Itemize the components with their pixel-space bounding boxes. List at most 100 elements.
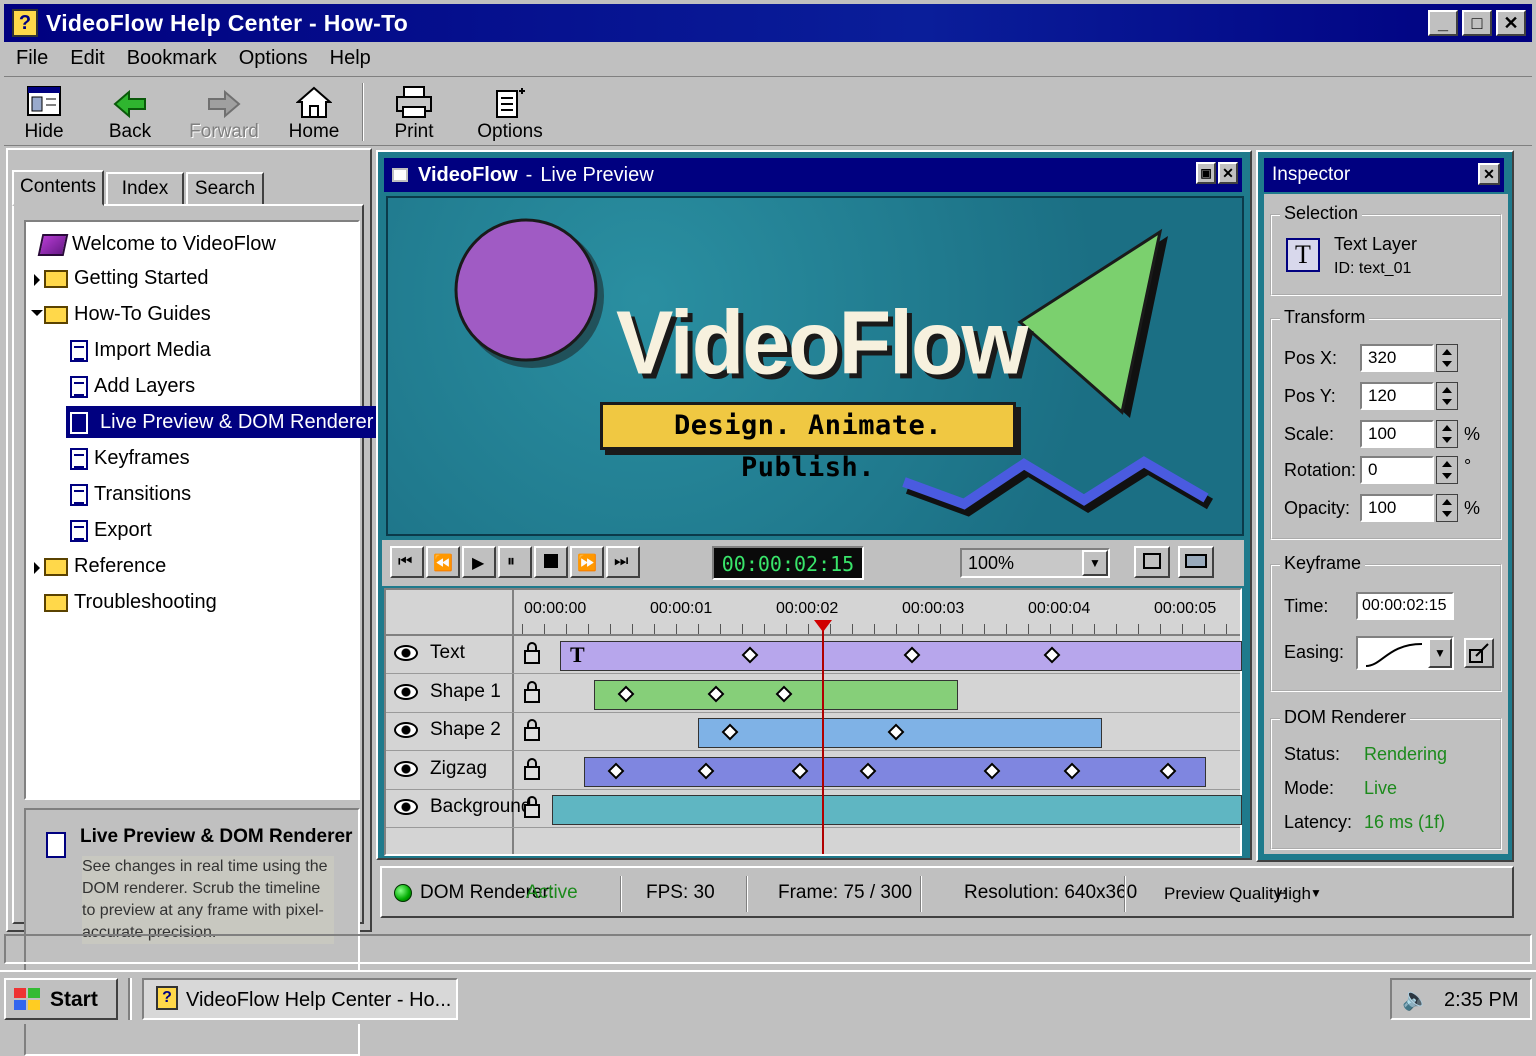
easing-label: Easing: [1284,642,1345,662]
menu-help[interactable]: Help [330,43,371,73]
fit-frame-button[interactable] [1134,546,1170,578]
tab-index[interactable]: Index [106,172,184,206]
tree-item-label: Keyframes [94,447,190,469]
contents-tree[interactable]: Welcome to VideoFlow Getting Started How… [24,220,380,800]
taskbar-task-help-center[interactable]: ? VideoFlow Help Center - Ho... [142,978,458,1020]
preview-quality-value[interactable]: High [1276,884,1311,904]
skip-to-end-button[interactable]: ⏭ [606,546,640,578]
quality-dropdown-icon[interactable]: ▼ [1310,886,1322,900]
lock-icon[interactable] [524,642,540,664]
tree-item-label: Troubleshooting [74,591,217,613]
visibility-eye-icon[interactable] [394,722,418,738]
expand-arrow-icon[interactable] [34,562,40,574]
inspector-close-button[interactable]: ✕ [1478,163,1500,185]
home-button[interactable]: Home [274,81,354,145]
close-button[interactable]: ✕ [1496,10,1526,36]
expand-arrow-icon[interactable] [34,274,40,286]
pos-y-input[interactable]: 120 [1360,382,1434,410]
opacity-spinner[interactable] [1436,494,1458,522]
visibility-eye-icon[interactable] [394,799,418,815]
rotation-input[interactable]: 0 [1360,456,1434,484]
zoom-value: 100% [968,553,1015,573]
zoom-dropdown-button[interactable]: ▼ [1082,550,1108,576]
resolution-readout: Resolution: 640x360 [964,882,1138,903]
tree-item-export[interactable]: Export [70,514,152,546]
playhead-handle[interactable] [814,620,833,632]
lock-icon[interactable] [524,719,540,741]
track-clip-bar[interactable] [560,641,1242,671]
playhead[interactable] [814,620,833,854]
lock-icon[interactable] [524,757,540,780]
timeline[interactable]: 00:00:00 00:00:01 00:00:02 00:00:03 00:00:04… [384,588,1242,856]
zoom-select[interactable]: 100% ▼ [960,548,1110,578]
visibility-eye-icon[interactable] [394,645,418,661]
tree-item-keyframes[interactable]: Keyframes [70,442,190,474]
layer-type: Text Layer [1334,234,1418,254]
skip-to-start-button[interactable]: ⏮ [390,546,424,578]
tree-item-getting-started[interactable]: Getting Started [44,262,209,294]
tree-item-welcome[interactable]: Welcome to VideoFlow [37,228,276,260]
forward-button[interactable]: Forward [184,81,264,145]
play-button[interactable]: ▶ [462,546,496,578]
opacity-input[interactable]: 100 [1360,494,1434,522]
preview-stage[interactable]: VideoFlow Design. Animate. Publish. [386,196,1244,536]
tree-item-transitions[interactable]: Transitions [70,478,191,510]
tree-item-add-layers[interactable]: Add Layers [70,370,195,402]
lock-icon[interactable] [524,680,540,703]
menu-file[interactable]: File [16,43,48,73]
minimize-button[interactable]: _ [1428,10,1458,36]
back-button[interactable]: Back [90,81,170,145]
menu-options[interactable]: Options [239,43,308,73]
fast-forward-button[interactable]: ⏩ [570,546,604,578]
menu-edit[interactable]: Edit [70,43,104,73]
tree-item-how-to-guides[interactable]: How-To Guides [44,298,211,330]
keyframe-time-input[interactable]: 00:00:02:15 [1356,592,1454,620]
pos-y-spinner[interactable] [1436,382,1458,410]
menu-bookmark[interactable]: Bookmark [127,43,217,73]
easing-select[interactable]: ▼ [1356,636,1454,670]
tab-search[interactable]: Search [186,172,264,206]
lock-icon[interactable] [524,796,540,818]
scale-spinner[interactable] [1436,420,1458,448]
timeline-track[interactable]: Shape 2 [386,713,1240,751]
timeline-track[interactable]: Shape 1 [386,675,1240,713]
preview-restore-button[interactable]: ▣ [1196,162,1216,184]
rewind-button[interactable]: ⏪ [426,546,460,578]
safe-area-button[interactable] [1178,546,1214,578]
rotation-spinner[interactable] [1436,456,1458,484]
tree-item-troubleshooting[interactable]: Troubleshooting [44,586,217,618]
pos-x-spinner[interactable] [1436,344,1458,372]
tree-item-label: Live Preview & DOM Renderer [94,411,380,433]
easing-dropdown-button[interactable]: ▼ [1428,638,1452,668]
timeline-track[interactable]: Background [386,790,1242,828]
visibility-eye-icon[interactable] [394,683,418,700]
print-button[interactable]: Print [374,81,454,145]
track-clip-bar[interactable] [552,795,1242,825]
tab-contents[interactable]: Contents [12,170,104,206]
timeline-ruler[interactable]: 00:00:00 00:00:01 00:00:02 00:00:03 00:00:04… [514,590,1240,636]
scale-input[interactable]: 100 [1360,420,1434,448]
options-button[interactable]: Options [470,81,550,145]
speaker-icon[interactable]: 🔈 [1402,986,1429,1012]
fit-frame-icon [1143,553,1161,569]
preview-close-button[interactable]: ✕ [1218,162,1238,184]
stop-button[interactable] [534,546,568,578]
tree-item-reference[interactable]: Reference [44,550,166,582]
tree-item-import-media[interactable]: Import Media [70,334,211,366]
timeline-track[interactable]: Zigzag [386,752,1240,790]
pause-button[interactable]: ⏸ [498,546,532,578]
hide-button[interactable]: Hide [4,81,84,145]
track-name: Shape 1 [430,680,501,702]
skip-start-icon: ⏮ [398,553,413,570]
start-button[interactable]: Start [4,978,118,1020]
collapse-arrow-icon[interactable] [31,310,43,316]
frame-readout: Frame: 75 / 300 [778,882,913,903]
edit-curve-button[interactable] [1464,638,1494,668]
timeline-track[interactable]: Text T [386,636,1242,674]
tree-item-live-preview[interactable]: Live Preview & DOM Renderer [66,406,380,438]
pos-x-input[interactable]: 320 [1360,344,1434,372]
transform-group-title: Transform [1280,307,1370,328]
track-clip-bar[interactable] [584,756,1206,787]
visibility-eye-icon[interactable] [394,760,418,777]
maximize-button[interactable]: □ [1462,10,1492,36]
